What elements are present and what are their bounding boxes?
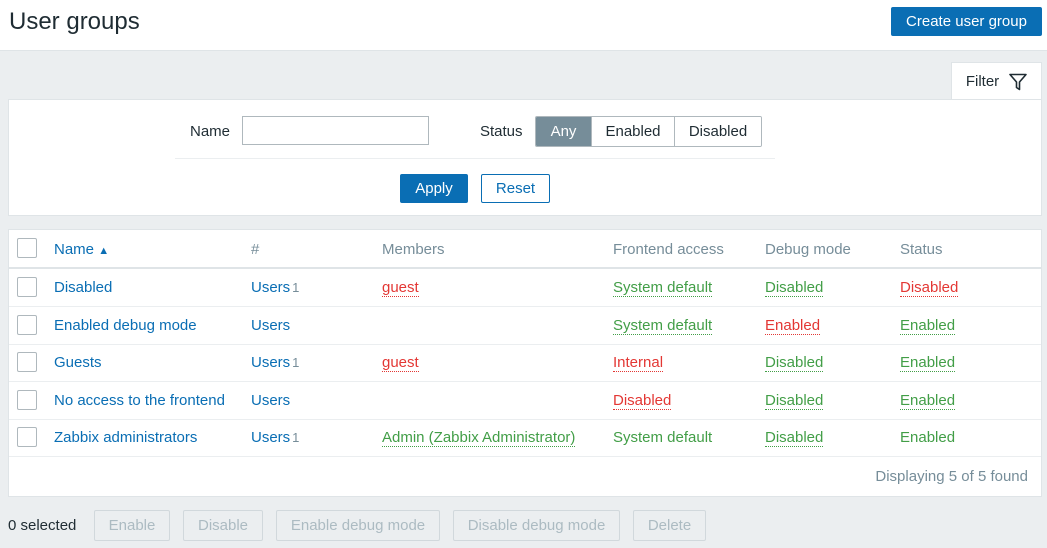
group-name-link[interactable]: Guests bbox=[54, 354, 102, 371]
disable-button[interactable]: Disable bbox=[183, 510, 263, 541]
users-count: 1 bbox=[292, 355, 300, 370]
table-row: Guests Users 1 guest Internal Disabled En… bbox=[9, 344, 1041, 382]
row-checkbox[interactable] bbox=[17, 427, 37, 447]
apply-button[interactable]: Apply bbox=[400, 174, 468, 203]
select-all-checkbox[interactable] bbox=[17, 238, 37, 258]
status-option-enabled[interactable]: Enabled bbox=[591, 117, 674, 146]
column-header-name[interactable]: Name ▲ bbox=[54, 241, 109, 258]
status-filter-label: Status bbox=[480, 123, 523, 140]
group-name-link[interactable]: Disabled bbox=[54, 279, 112, 296]
users-link[interactable]: Users bbox=[251, 279, 290, 296]
debug-mode-toggle[interactable]: Disabled bbox=[765, 429, 824, 447]
debug-mode-toggle[interactable]: Disabled bbox=[765, 354, 824, 372]
row-checkbox[interactable] bbox=[17, 390, 37, 410]
member-link[interactable]: Admin (Zabbix Administrator) bbox=[382, 429, 576, 447]
column-header-members: Members bbox=[382, 241, 445, 258]
filter-tab-label: Filter bbox=[965, 73, 1000, 90]
users-count: 1 bbox=[292, 280, 300, 295]
filter-panel: Name Status Any Enabled Disabled Apply R… bbox=[8, 99, 1042, 216]
debug-mode-toggle[interactable]: Disabled bbox=[765, 279, 824, 297]
column-header-users: # bbox=[251, 241, 260, 258]
column-header-frontend-access: Frontend access bbox=[613, 241, 724, 258]
column-header-debug-mode: Debug mode bbox=[765, 241, 851, 258]
status-option-any[interactable]: Any bbox=[536, 117, 591, 146]
users-link[interactable]: Users bbox=[251, 317, 290, 334]
disable-debug-mode-button[interactable]: Disable debug mode bbox=[453, 510, 620, 541]
selected-count: 0 selected bbox=[8, 517, 77, 534]
status-filter-toggle: Any Enabled Disabled bbox=[535, 116, 762, 147]
member-link[interactable]: guest bbox=[382, 279, 419, 297]
debug-mode-toggle[interactable]: Disabled bbox=[765, 392, 824, 410]
users-count: 1 bbox=[292, 430, 300, 445]
filter-icon bbox=[1009, 73, 1027, 90]
table-row: Zabbix administrators Users 1 Admin (Zabb… bbox=[9, 419, 1041, 457]
group-name-link[interactable]: No access to the frontend bbox=[54, 392, 224, 409]
pagination-info: Displaying 5 of 5 found bbox=[875, 468, 1028, 485]
row-checkbox[interactable] bbox=[17, 315, 37, 335]
users-link[interactable]: Users bbox=[251, 354, 290, 371]
frontend-access-toggle[interactable]: Internal bbox=[613, 354, 664, 372]
filter-tab[interactable]: Filter bbox=[951, 62, 1042, 100]
users-link[interactable]: Users bbox=[251, 429, 290, 446]
status-toggle[interactable]: Enabled bbox=[900, 317, 956, 335]
reset-button[interactable]: Reset bbox=[481, 174, 550, 203]
name-filter-label: Name bbox=[190, 123, 231, 140]
status-toggle[interactable]: Enabled bbox=[900, 354, 956, 372]
sort-asc-icon: ▲ bbox=[98, 245, 110, 257]
debug-mode-toggle[interactable]: Enabled bbox=[765, 317, 821, 335]
group-name-link[interactable]: Enabled debug mode bbox=[54, 317, 197, 334]
page-title: User groups bbox=[9, 8, 140, 35]
status-toggle[interactable]: Enabled bbox=[900, 392, 956, 410]
table-row: No access to the frontend Users Disabled… bbox=[9, 382, 1041, 420]
row-checkbox[interactable] bbox=[17, 277, 37, 297]
frontend-access-toggle[interactable]: System default bbox=[613, 279, 713, 297]
group-name-link[interactable]: Zabbix administrators bbox=[54, 429, 197, 446]
create-user-group-button[interactable]: Create user group bbox=[891, 7, 1042, 36]
column-header-status: Status bbox=[900, 241, 943, 258]
page-header: User groups Create user group bbox=[0, 0, 1047, 51]
users-link[interactable]: Users bbox=[251, 392, 290, 409]
frontend-access-value: System default bbox=[613, 429, 713, 446]
name-filter-input[interactable] bbox=[242, 116, 429, 145]
member-link[interactable]: guest bbox=[382, 354, 419, 372]
row-checkbox[interactable] bbox=[17, 352, 37, 372]
user-groups-table: Name ▲ # Members Frontend access Debug m… bbox=[8, 229, 1042, 497]
enable-button[interactable]: Enable bbox=[94, 510, 170, 541]
status-value: Enabled bbox=[900, 429, 956, 446]
delete-button[interactable]: Delete bbox=[633, 510, 706, 541]
status-toggle[interactable]: Disabled bbox=[900, 279, 959, 297]
column-header-name-label: Name bbox=[54, 241, 95, 258]
table-row: Disabled Users 1 guest System default Dis… bbox=[9, 269, 1041, 307]
frontend-access-toggle[interactable]: System default bbox=[613, 317, 713, 335]
status-option-disabled[interactable]: Disabled bbox=[674, 117, 761, 146]
frontend-access-toggle[interactable]: Disabled bbox=[613, 392, 672, 410]
filter-divider bbox=[175, 158, 775, 159]
table-row: Enabled debug mode Users System default … bbox=[9, 307, 1041, 345]
enable-debug-mode-button[interactable]: Enable debug mode bbox=[276, 510, 440, 541]
